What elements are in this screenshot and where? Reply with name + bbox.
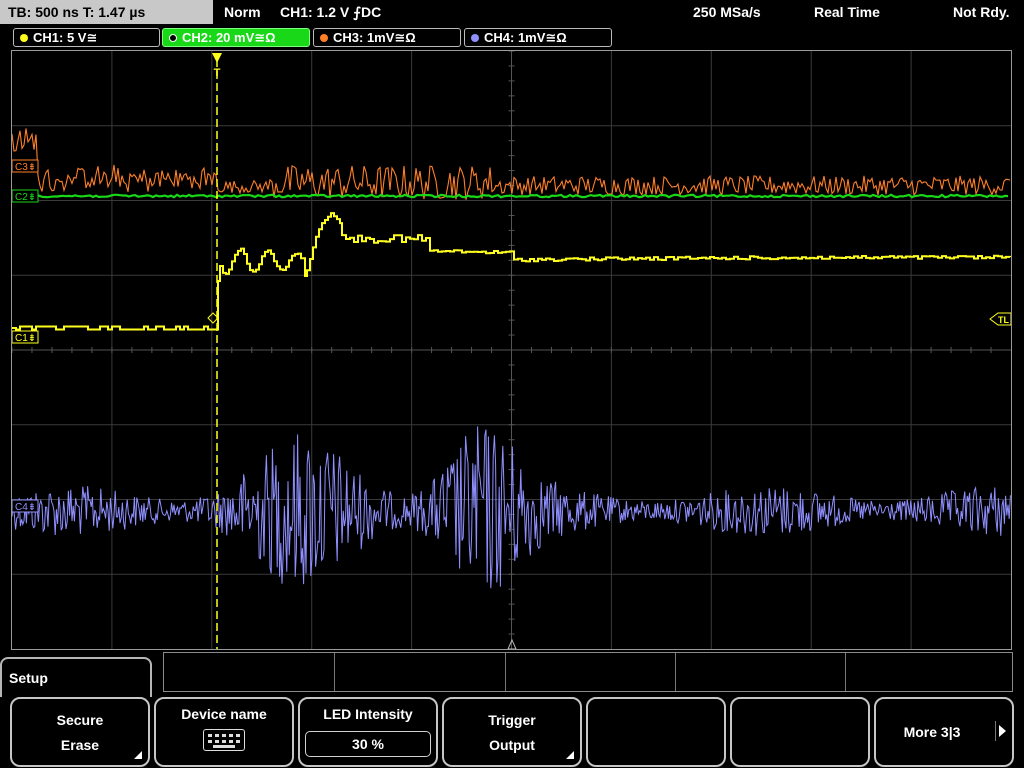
info-strip-divider (505, 653, 506, 691)
timebase-readout[interactable]: TB: 500 ns T: 1.47 µs (0, 0, 213, 24)
softkey-label: LED Intensity (323, 706, 413, 722)
ch4-color-dot (471, 34, 479, 42)
info-strip-divider (845, 653, 846, 691)
softkey-label: Output (489, 737, 535, 753)
trigger-mode[interactable]: Norm (224, 0, 261, 24)
channel-tab-ch1[interactable]: CH1: 5 V≅ (13, 28, 160, 47)
led-intensity-softkey[interactable]: LED Intensity 30 % (298, 697, 438, 767)
trigger-state: Not Rdy. (953, 4, 1010, 20)
softkey-label: Device name (181, 706, 267, 722)
ch4-label: CH4: 1mV≅Ω (484, 30, 567, 45)
ch4-ground-label: C4⇟ (15, 502, 36, 513)
channel-tab-ch4[interactable]: CH4: 1mV≅Ω (464, 28, 612, 47)
empty-softkey-6[interactable] (730, 697, 870, 767)
softkey-label: Erase (60, 737, 100, 753)
status-bar: TB: 500 ns T: 1.47 µs Norm CH1: 1.2 V ⨍D… (0, 0, 1024, 25)
trigger-position-marker[interactable] (212, 53, 222, 63)
empty-softkey-5[interactable] (586, 697, 726, 767)
ch3-color-dot (320, 34, 328, 42)
channel-tab-ch3[interactable]: CH3: 1mV≅Ω (313, 28, 461, 47)
softkey-label: More 3|3 (903, 724, 961, 740)
graticule (12, 51, 1011, 649)
info-strip-divider (334, 653, 335, 691)
info-strip (163, 652, 1013, 692)
more-divider (995, 721, 996, 741)
keyboard-icon (203, 729, 245, 751)
arrow-right-icon (999, 725, 1006, 737)
channel-tabs: CH1: 5 V≅ CH2: 20 mV≅Ω CH3: 1mV≅Ω CH4: 1… (0, 26, 1024, 48)
waveform-plot[interactable]: T C3⇟ C2⇟ C1⇟ C4⇟ TL (12, 51, 1011, 649)
submenu-indicator-icon (566, 751, 574, 759)
secure-erase-softkey[interactable]: Secure Erase (10, 697, 150, 767)
ch3-label: CH3: 1mV≅Ω (333, 30, 416, 45)
ch2-ground-label: C2⇟ (15, 192, 36, 203)
softkey-label: Secure (56, 712, 104, 728)
trigger-output-softkey[interactable]: Trigger Output (442, 697, 582, 767)
acquisition-mode: Real Time (814, 4, 880, 20)
sample-rate: 250 MSa/s (693, 4, 761, 20)
more-softkey[interactable]: More 3|3 (874, 697, 1014, 767)
device-name-softkey[interactable]: Device name (154, 697, 294, 767)
ch3-ground-label: C3⇟ (15, 162, 36, 173)
submenu-indicator-icon (134, 751, 142, 759)
trigger-level-label: TL (998, 315, 1009, 325)
trigger-position-label: T (214, 67, 221, 79)
ch2-label: CH2: 20 mV≅Ω (182, 30, 276, 45)
info-strip-divider (675, 653, 676, 691)
ch1-color-dot (20, 34, 28, 42)
led-intensity-value[interactable]: 30 % (305, 731, 431, 757)
channel-tab-ch2[interactable]: CH2: 20 mV≅Ω (162, 28, 310, 47)
menu-title-setup: Setup (0, 657, 152, 697)
trigger-source[interactable]: CH1: 1.2 V ⨍DC (280, 0, 381, 24)
ch1-label: CH1: 5 V≅ (33, 30, 98, 45)
waveform-display[interactable]: T C3⇟ C2⇟ C1⇟ C4⇟ TL (11, 50, 1012, 650)
softkey-label: Trigger (488, 712, 536, 728)
ch2-trace (12, 193, 1009, 199)
ch1-ground-label: C1⇟ (15, 333, 36, 344)
ch2-color-dot (169, 34, 177, 42)
